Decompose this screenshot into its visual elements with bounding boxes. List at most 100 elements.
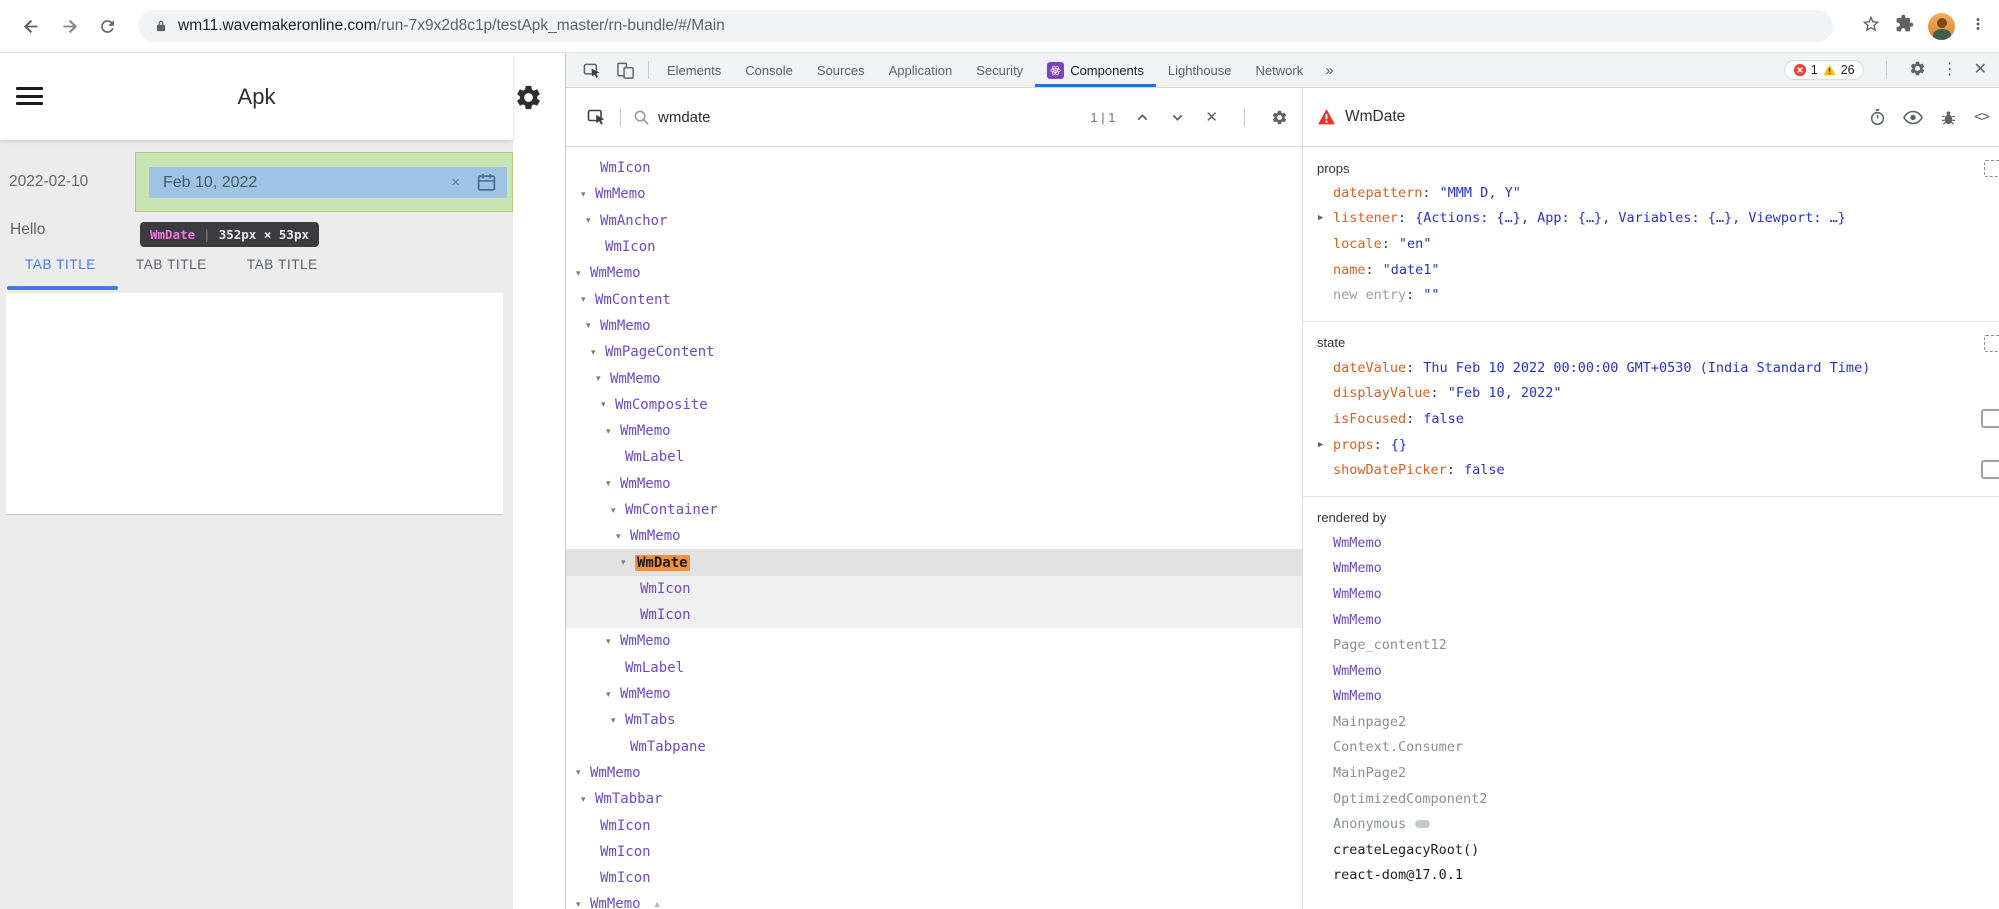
tree-row-wmmemo[interactable]: ▾WmMemo — [566, 471, 1302, 497]
expander-icon[interactable]: ▾ — [576, 899, 590, 909]
kv-value[interactable]: "MMM D, Y" — [1440, 185, 1521, 201]
copy-state-icon[interactable] — [1984, 335, 1999, 352]
calendar-icon[interactable] — [476, 172, 497, 193]
kv-value[interactable]: "date1" — [1383, 262, 1440, 278]
tree-row-wmmemo[interactable]: ▾WmMemo▲ — [566, 891, 1302, 909]
app-tab[interactable]: TAB TITLE — [25, 257, 96, 272]
inspect-dom-eye-icon[interactable] — [1903, 110, 1923, 125]
kv-value[interactable]: "Feb 10, 2022" — [1448, 385, 1562, 401]
tree-row-wmdate[interactable]: ▾WmDate — [566, 549, 1302, 575]
expander-icon[interactable]: ▾ — [581, 189, 595, 200]
expander-icon[interactable]: ▾ — [616, 531, 630, 542]
panel-settings-gear-icon[interactable] — [1271, 109, 1288, 126]
app-settings-gear-icon[interactable] — [514, 83, 543, 117]
expander-icon[interactable]: ▾ — [576, 268, 590, 279]
app-tab[interactable]: TAB TITLE — [247, 257, 318, 272]
kv-row-listener[interactable]: ▶listener:{Actions: {…}, App: {…}, Varia… — [1303, 206, 1999, 232]
tree-row-wmmemo[interactable]: ▾WmMemo — [566, 418, 1302, 444]
devtools-tab-elements[interactable]: Elements — [655, 53, 733, 87]
kv-value[interactable]: {Actions: {…}, App: {…}, Variables: {…},… — [1415, 210, 1846, 226]
tree-row-wmmemo[interactable]: ▾WmMemo — [566, 260, 1302, 286]
issues-badge[interactable]: 1 26 — [1784, 60, 1864, 80]
boolean-checkbox[interactable] — [1981, 460, 1999, 479]
kv-row-datepattern[interactable]: datepattern:"MMM D, Y" — [1303, 180, 1999, 206]
profile-avatar[interactable] — [1928, 13, 1955, 40]
tree-row-wmtabbar[interactable]: ▾WmTabbar — [566, 786, 1302, 812]
expander-icon[interactable]: ▾ — [621, 557, 635, 568]
address-bar[interactable]: wm11.wavemakeronline.com/run-7x9x2d8c1p/… — [138, 10, 1833, 42]
tree-row-wmicon[interactable]: WmIcon — [566, 602, 1302, 628]
rendered-by-item[interactable]: react-dom@17.0.1 — [1303, 863, 1999, 889]
kv-value[interactable]: "en" — [1399, 236, 1432, 252]
scroll-to-match-icon[interactable]: ▲ — [653, 899, 662, 909]
expander-icon[interactable]: ▾ — [606, 636, 620, 647]
forward-button[interactable] — [54, 11, 84, 41]
tree-row-wmtabs[interactable]: ▾WmTabs — [566, 707, 1302, 733]
expander-icon[interactable]: ▾ — [606, 478, 620, 489]
tree-row-wmicon[interactable]: WmIcon — [566, 839, 1302, 865]
tree-row-wmicon[interactable]: WmIcon — [566, 865, 1302, 891]
kv-row-locale[interactable]: locale:"en" — [1303, 231, 1999, 257]
expander-icon[interactable]: ▾ — [586, 320, 600, 331]
tree-row-wmicon[interactable]: WmIcon — [566, 576, 1302, 602]
kv-row-showDatePicker[interactable]: showDatePicker:false — [1303, 457, 1999, 483]
expander-icon[interactable]: ▾ — [611, 505, 625, 516]
rendered-by-item[interactable]: Mainpage2 — [1303, 709, 1999, 735]
expand-icon[interactable]: ▶ — [1318, 213, 1323, 223]
tree-row-wmmemo[interactable]: ▾WmMemo — [566, 760, 1302, 786]
expander-icon[interactable]: ▾ — [591, 347, 605, 358]
rendered-by-item[interactable]: WmMemo — [1303, 607, 1999, 633]
component-search-input[interactable]: wmdate — [658, 109, 711, 126]
rendered-by-item[interactable]: createLegacyRoot() — [1303, 837, 1999, 863]
app-tab[interactable]: TAB TITLE — [136, 257, 207, 272]
expander-icon[interactable]: ▾ — [576, 767, 590, 778]
rendered-by-item[interactable]: MainPage2 — [1303, 760, 1999, 786]
rendered-by-item[interactable]: Context.Consumer — [1303, 735, 1999, 761]
devtools-menu-icon[interactable]: ⋮ — [1942, 62, 1958, 78]
inspect-element-icon[interactable] — [576, 61, 609, 80]
view-source-icon[interactable]: <> — [1974, 109, 1989, 125]
expander-icon[interactable]: ▾ — [581, 294, 595, 305]
tree-row-wmanchor[interactable]: ▾WmAnchor — [566, 208, 1302, 234]
devtools-tab-components[interactable]: Components — [1035, 53, 1156, 87]
clear-date-icon[interactable]: × — [451, 174, 460, 191]
rendered-by-item[interactable]: OptimizedComponent2 — [1303, 786, 1999, 812]
next-match-icon[interactable] — [1170, 110, 1185, 125]
back-button[interactable] — [16, 11, 46, 41]
reload-button[interactable] — [92, 11, 122, 41]
kv-value[interactable]: false — [1423, 411, 1464, 427]
rendered-by-item[interactable]: Page_content12 — [1303, 632, 1999, 658]
copy-props-icon[interactable] — [1984, 160, 1999, 177]
expander-icon[interactable]: ▾ — [606, 426, 620, 437]
kv-row-displayValue[interactable]: displayValue:"Feb 10, 2022" — [1303, 381, 1999, 407]
tree-row-wmmemo[interactable]: ▾WmMemo — [566, 313, 1302, 339]
rendered-by-item[interactable]: WmMemo — [1303, 581, 1999, 607]
kv-value[interactable]: {} — [1391, 437, 1407, 453]
devtools-tab-security[interactable]: Security — [964, 53, 1035, 87]
kv-row-name[interactable]: name:"date1" — [1303, 257, 1999, 283]
expander-icon[interactable]: ▾ — [596, 373, 610, 384]
kv-row-props[interactable]: ▶props:{} — [1303, 432, 1999, 458]
rendered-by-item[interactable]: WmMemo — [1303, 530, 1999, 556]
extensions-icon[interactable] — [1895, 14, 1914, 38]
devtools-tab-application[interactable]: Application — [877, 53, 965, 87]
clear-search-icon[interactable]: ✕ — [1205, 110, 1218, 125]
expander-icon[interactable]: ▾ — [581, 794, 595, 805]
tree-row-wmlabel[interactable]: WmLabel — [566, 444, 1302, 470]
devtools-tab-sources[interactable]: Sources — [805, 53, 877, 87]
tree-row-wmcontent[interactable]: ▾WmContent — [566, 286, 1302, 312]
tree-row-wmlabel[interactable]: WmLabel — [566, 655, 1302, 681]
select-component-icon[interactable] — [580, 107, 614, 127]
devtools-settings-gear-icon[interactable] — [1909, 60, 1926, 80]
tree-row-wmcontainer[interactable]: ▾WmContainer — [566, 497, 1302, 523]
kv-row-isFocused[interactable]: isFocused:false — [1303, 406, 1999, 432]
device-toolbar-icon[interactable] — [609, 61, 642, 80]
boolean-checkbox[interactable] — [1981, 409, 1999, 428]
tree-row-wmicon[interactable]: WmIcon — [566, 812, 1302, 838]
tree-row-wmmemo[interactable]: ▾WmMemo — [566, 681, 1302, 707]
expander-icon[interactable]: ▾ — [601, 399, 615, 410]
bookmark-star-icon[interactable] — [1861, 14, 1881, 39]
tree-row-wmtabpane[interactable]: WmTabpane — [566, 734, 1302, 760]
expander-icon[interactable]: ▾ — [611, 715, 625, 726]
tree-row-wmmemo[interactable]: ▾WmMemo — [566, 365, 1302, 391]
